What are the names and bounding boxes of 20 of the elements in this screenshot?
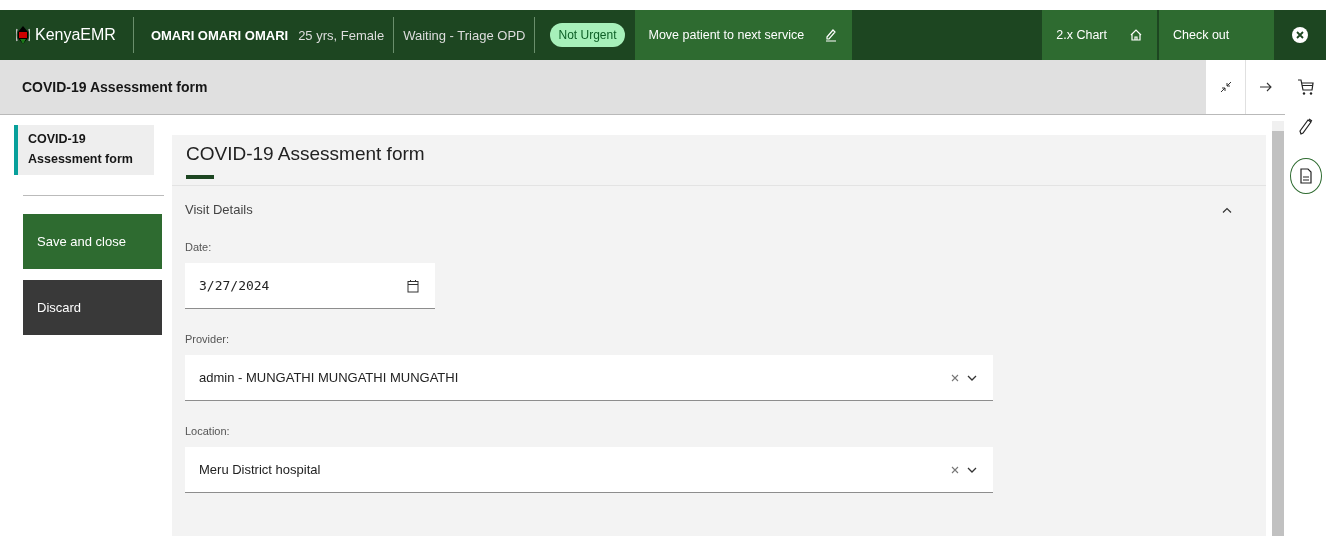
discard-button[interactable]: Discard [23,280,162,335]
checkout-button[interactable]: Check out [1159,10,1274,60]
field-label: Provider: [185,333,231,345]
chart-button[interactable]: 2.x Chart [1042,10,1157,60]
form-nav-item[interactable]: COVID-19 Assessment form [14,125,154,175]
field-label: Date: [185,241,213,253]
field-label: Location: [185,425,231,437]
select-field[interactable]: admin - MUNGATHI MUNGATHI MUNGATHI [185,355,993,401]
move-patient-button[interactable]: Move patient to next service [634,10,853,60]
date-field[interactable]: 3/27/2024 [185,263,435,309]
patient-details: 25 yrs, Female [297,27,386,43]
section-title: Visit Details [185,202,253,217]
priority-tag: Not Urgent [550,23,625,47]
select-field[interactable]: Meru District hospital [185,447,993,493]
form-title: COVID-19 Assessment form [186,143,425,164]
visit-status: Waiting - Triage OPD [402,27,527,43]
app-name: KenyaEMR [35,26,116,44]
patient-name: OMARI OMARI OMARI [149,27,290,43]
workspace-title: COVID-19 Assessment form [21,79,208,95]
save-button[interactable]: Save and close [23,214,162,269]
